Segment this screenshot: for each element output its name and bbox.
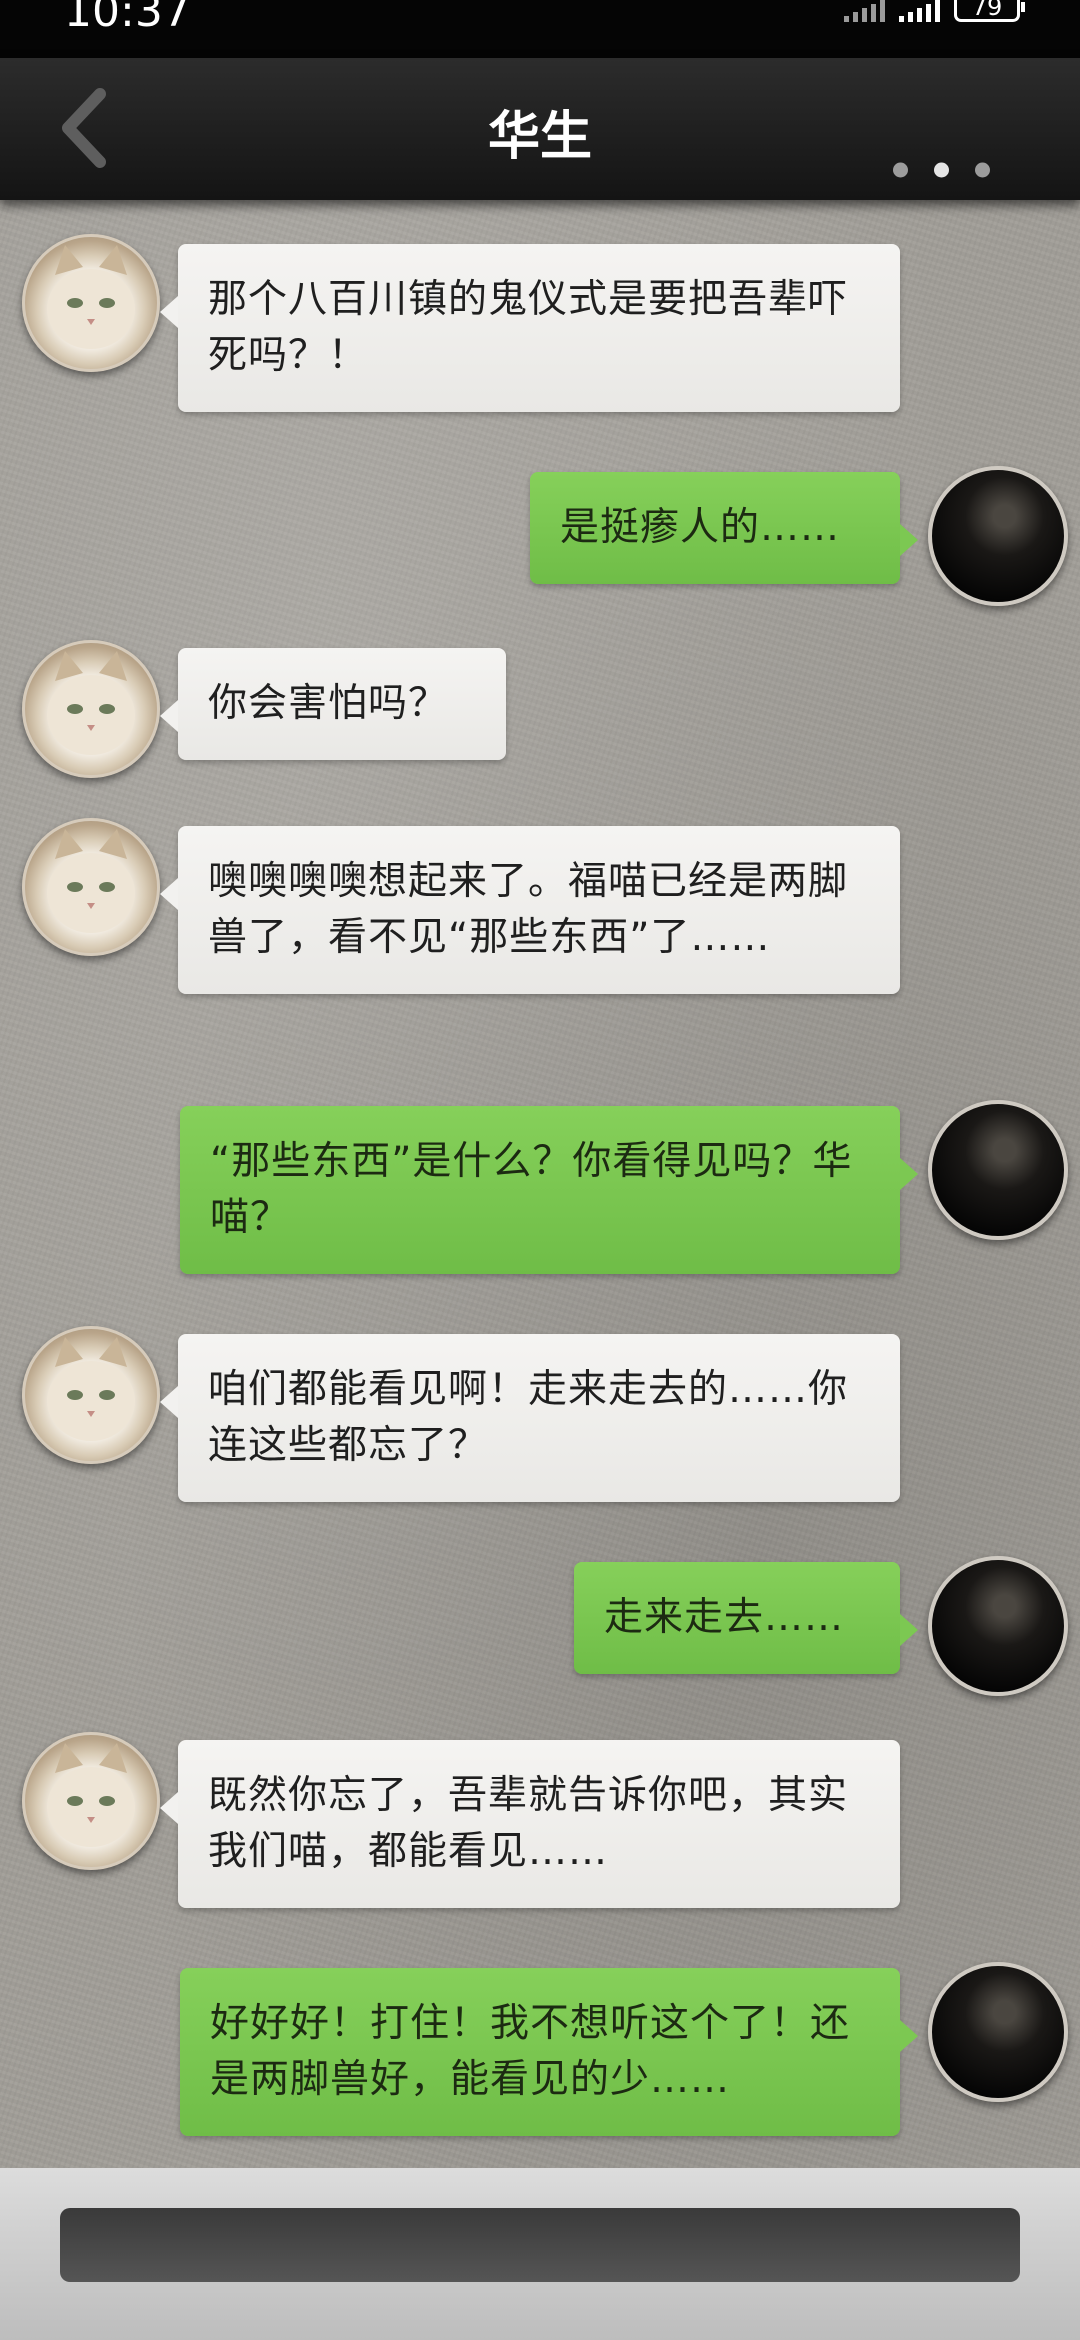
my-avatar[interactable] (928, 1100, 1068, 1240)
cat-avatar[interactable] (22, 1326, 160, 1464)
cat-face-icon (47, 829, 135, 933)
status-bar: 10:37 79 (0, 0, 1080, 58)
cat-avatar[interactable] (22, 640, 160, 778)
dot-icon (934, 162, 949, 178)
message-text: 噢噢噢噢想起来了。福喵已经是两脚兽了，看不见“那些东西”了…… (208, 859, 849, 960)
message-input[interactable] (60, 2208, 1020, 2282)
signal-icon (844, 0, 885, 22)
battery-level: 79 (971, 0, 1003, 21)
message-text: 是挺瘆人的…… (560, 505, 841, 550)
cat-face-icon (47, 1337, 135, 1441)
message-bubble-incoming[interactable]: 你会害怕吗？ (160, 648, 506, 760)
status-icons: 79 (844, 0, 1025, 24)
message-bubble-incoming[interactable]: 噢噢噢噢想起来了。福喵已经是两脚兽了，看不见“那些东西”了…… (160, 826, 900, 994)
chat-area[interactable]: 那个八百川镇的鬼仪式是要把吾辈吓死吗？！ 是挺瘆人的…… 你会害怕吗？ 噢噢噢噢… (0, 200, 1080, 2168)
message-bubble-incoming[interactable]: 那个八百川镇的鬼仪式是要把吾辈吓死吗？！ (160, 244, 900, 412)
my-avatar[interactable] (928, 1556, 1068, 1696)
chat-header: 华生 (0, 58, 1080, 200)
cat-avatar[interactable] (22, 234, 160, 372)
message-bubble-outgoing[interactable]: “那些东西”是什么？你看得见吗？华喵？ (180, 1106, 918, 1274)
message-bubble-outgoing[interactable]: 好好好！打住！我不想听这个了！还是两脚兽好，能看见的少…… (180, 1968, 918, 2136)
battery-icon: 79 (954, 0, 1025, 22)
my-avatar[interactable] (928, 466, 1068, 606)
message-bubble-outgoing[interactable]: 走来走去…… (574, 1562, 918, 1674)
chat-title: 华生 (487, 107, 592, 167)
cat-avatar[interactable] (22, 818, 160, 956)
cat-face-icon (47, 651, 135, 755)
cat-face-icon (47, 245, 135, 349)
my-avatar[interactable] (928, 1962, 1068, 2102)
signal-strong-icon (899, 0, 940, 22)
more-options-button[interactable] (893, 162, 990, 178)
cat-face-icon (47, 1743, 135, 1847)
message-text: 那个八百川镇的鬼仪式是要把吾辈吓死吗？！ (208, 277, 849, 378)
message-bubble-incoming[interactable]: 既然你忘了，吾辈就告诉你吧，其实我们喵，都能看见…… (160, 1740, 900, 1908)
message-text: “那些东西”是什么？你看得见吗？华喵？ (210, 1139, 853, 1240)
message-text: 咱们都能看见啊！走来走去的……你连这些都忘了？ (208, 1367, 849, 1468)
message-text: 走来走去…… (604, 1595, 845, 1640)
input-bar (0, 2168, 1080, 2340)
dot-icon (975, 162, 990, 178)
status-time: 10:37 (64, 0, 191, 37)
message-bubble-incoming[interactable]: 咱们都能看见啊！走来走去的……你连这些都忘了？ (160, 1334, 900, 1502)
message-bubble-outgoing[interactable]: 是挺瘆人的…… (530, 472, 918, 584)
message-text: 既然你忘了，吾辈就告诉你吧，其实我们喵，都能看见…… (208, 1773, 849, 1874)
dot-icon (893, 162, 908, 178)
message-text: 你会害怕吗？ (208, 681, 449, 726)
cat-avatar[interactable] (22, 1732, 160, 1870)
message-text: 好好好！打住！我不想听这个了！还是两脚兽好，能看见的少…… (210, 2001, 851, 2102)
